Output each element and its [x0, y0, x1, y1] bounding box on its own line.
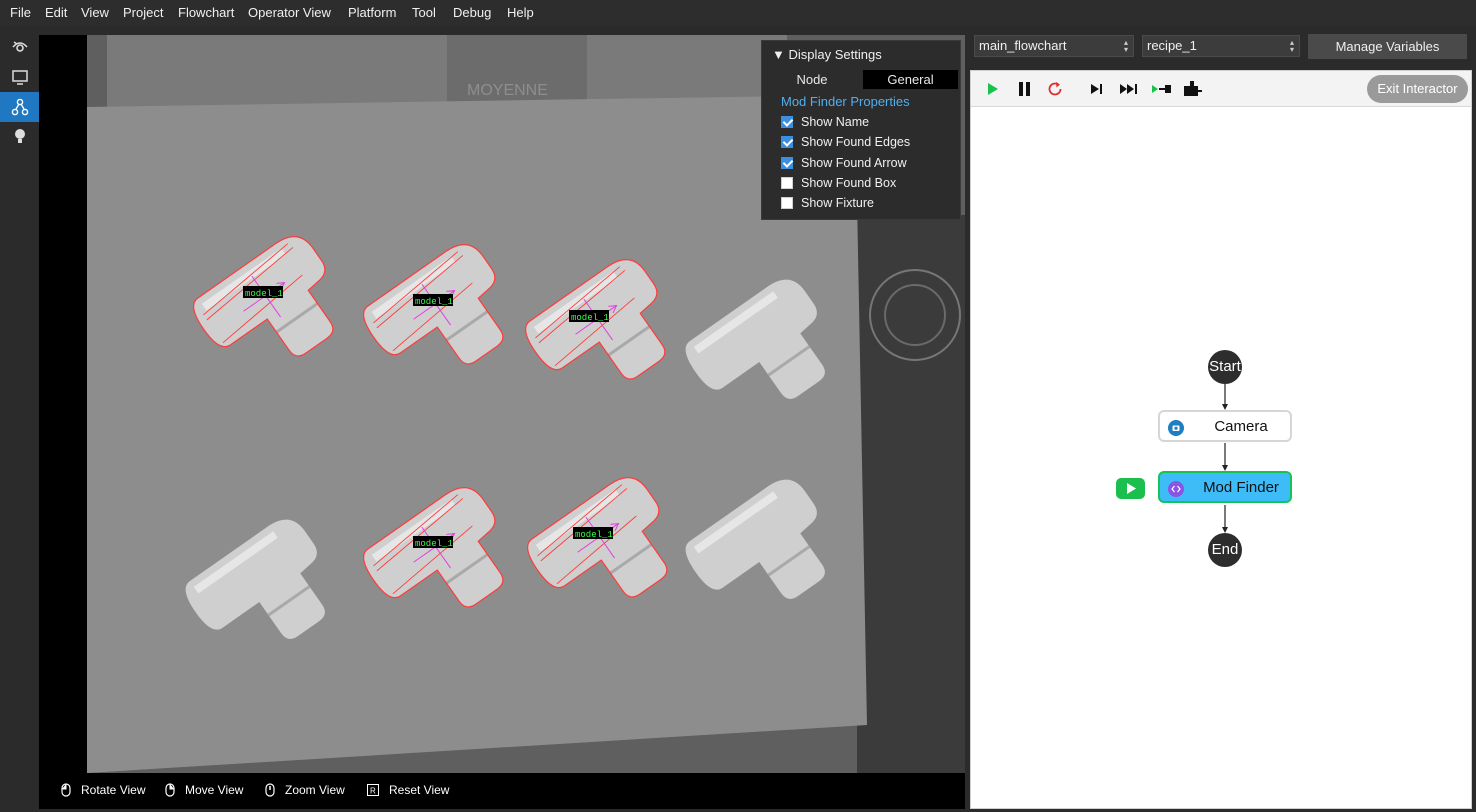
reset-view-label: Reset View	[389, 783, 450, 797]
menu-file[interactable]: File	[10, 5, 31, 20]
mouse-right-icon	[165, 783, 175, 797]
recipe-select[interactable]: recipe_1 ▴ ▾	[1142, 35, 1300, 57]
collapse-triangle-icon: ▼	[772, 47, 785, 62]
move-view-hint[interactable]: Move View	[165, 783, 243, 797]
option-show-found-edges[interactable]: Show Found Edges	[781, 135, 910, 149]
detection-label: model_1	[413, 536, 453, 549]
menu-project[interactable]: Project	[123, 5, 163, 20]
option-label: Show Found Edges	[801, 135, 911, 149]
option-label: Show Found Box	[801, 176, 897, 190]
viewer-toolbar: Rotate View Move View Zoom View R Reset …	[39, 773, 965, 809]
svg-text:model_1: model_1	[415, 297, 453, 307]
svg-text:R: R	[370, 787, 376, 796]
menu-flowchart[interactable]: Flowchart	[178, 5, 234, 20]
svg-text:model_1: model_1	[575, 530, 613, 540]
sidebar-item-flowchart[interactable]	[0, 92, 39, 122]
reset-view-hint[interactable]: R Reset View	[367, 783, 449, 797]
section-title: Mod Finder Properties	[781, 94, 910, 109]
flowchart-panel: Exit Interactor Start Camera Mod Finder …	[970, 70, 1472, 809]
menu-operator-view[interactable]: Operator View	[248, 5, 331, 20]
flowchart-select[interactable]: main_flowchart ▴ ▾	[974, 35, 1134, 57]
lightbulb-icon	[14, 129, 25, 143]
option-show-name[interactable]: Show Name	[781, 115, 869, 129]
detection-label: model_1	[243, 286, 283, 299]
menu-edit[interactable]: Edit	[45, 5, 67, 20]
zoom-view-label: Zoom View	[285, 783, 345, 797]
start-node[interactable]: Start	[1208, 350, 1242, 384]
detection-label: model_1	[569, 310, 609, 323]
end-node[interactable]: End	[1208, 533, 1242, 567]
detection-label: model_1	[573, 527, 613, 540]
side-rail	[0, 26, 39, 812]
option-show-fixture[interactable]: Show Fixture	[781, 196, 874, 210]
move-view-label: Move View	[185, 783, 244, 797]
code-icon	[1168, 481, 1184, 497]
display-settings-title: Display Settings	[788, 47, 882, 62]
display-settings-header[interactable]: ▼ Display Settings	[772, 47, 882, 62]
option-label: Show Name	[801, 115, 870, 129]
option-show-found-box[interactable]: Show Found Box	[781, 176, 896, 190]
checkbox[interactable]	[781, 136, 793, 148]
checkbox[interactable]	[781, 116, 793, 128]
mouse-left-icon	[61, 783, 71, 797]
rotate-view-hint[interactable]: Rotate View	[61, 783, 145, 797]
svg-text:model_1: model_1	[245, 289, 283, 299]
menu-view[interactable]: View	[81, 5, 109, 20]
menu-bar: File Edit View Project Flowchart Operato…	[0, 0, 1476, 26]
mod-finder-node[interactable]: Mod Finder	[1158, 471, 1292, 503]
detection-label: model_1	[413, 294, 453, 307]
sidebar-item-operator-view[interactable]	[0, 62, 39, 92]
svg-text:model_1: model_1	[415, 539, 453, 549]
camera-icon	[1168, 420, 1184, 436]
camera-node-label: Camera	[1214, 418, 1268, 435]
reset-key-icon: R	[367, 784, 379, 796]
monitor-icon	[11, 70, 28, 85]
tab-general[interactable]: General	[863, 70, 958, 89]
menu-debug[interactable]: Debug	[453, 5, 491, 20]
menu-help[interactable]: Help	[507, 5, 534, 20]
select-arrows-icon: ▴ ▾	[1123, 38, 1128, 54]
sidebar-item-tips[interactable]	[0, 122, 39, 152]
camera-node[interactable]: Camera	[1158, 410, 1292, 442]
manage-variables-button[interactable]: Manage Variables	[1308, 34, 1467, 59]
flowchart-icon	[11, 98, 28, 116]
checkbox[interactable]	[781, 197, 793, 209]
svg-text:model_1: model_1	[571, 313, 609, 323]
rotate-view-label: Rotate View	[81, 783, 146, 797]
option-show-found-arrow[interactable]: Show Found Arrow	[781, 156, 907, 170]
mouse-wheel-icon	[265, 783, 275, 797]
image-viewer[interactable]: MOYENNE model_1 model_1 model_1 model_1 …	[39, 35, 965, 773]
box-label: MOYENNE	[467, 82, 548, 99]
recipe-select-value: recipe_1	[1147, 38, 1197, 53]
sidebar-item-vision[interactable]	[0, 31, 39, 61]
checkbox[interactable]	[781, 177, 793, 189]
option-label: Show Found Arrow	[801, 156, 907, 170]
checkbox[interactable]	[781, 157, 793, 169]
current-node-indicator	[1116, 478, 1145, 499]
eye-icon	[11, 41, 28, 52]
zoom-view-hint[interactable]: Zoom View	[265, 783, 345, 797]
display-settings-panel: ▼ Display Settings Node General Mod Find…	[761, 40, 961, 220]
menu-tool[interactable]: Tool	[412, 5, 436, 20]
mod-finder-node-label: Mod Finder	[1203, 479, 1279, 496]
flowchart-select-value: main_flowchart	[979, 38, 1067, 53]
tab-node[interactable]: Node	[762, 70, 862, 89]
menu-platform[interactable]: Platform	[348, 5, 396, 20]
select-arrows-icon: ▴ ▾	[1289, 38, 1294, 54]
option-label: Show Fixture	[801, 196, 874, 210]
play-icon	[1127, 483, 1136, 494]
